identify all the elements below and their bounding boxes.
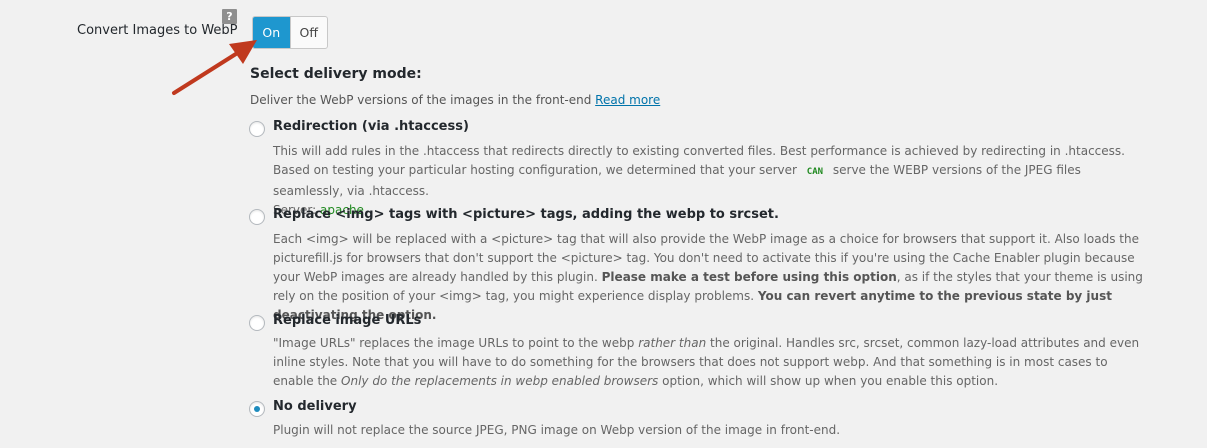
radio-picture-tags[interactable] [249, 209, 265, 225]
read-more-link[interactable]: Read more [595, 93, 660, 107]
option-label[interactable]: Redirection (via .htaccess) [273, 119, 469, 134]
radio-replace-urls[interactable] [249, 315, 265, 331]
option-label[interactable]: Replace <img> tags with <picture> tags, … [273, 207, 779, 222]
webp-toggle[interactable]: On Off [252, 16, 328, 49]
option-label[interactable]: No delivery [273, 399, 357, 414]
toggle-off-button[interactable]: Off [289, 17, 328, 48]
delivery-description: Deliver the WebP versions of the images … [250, 93, 661, 107]
radio-no-delivery[interactable] [249, 401, 265, 417]
can-badge: CAN [806, 167, 824, 177]
radio-redirection[interactable] [249, 121, 265, 137]
option-description: Each <img> will be replaced with a <pict… [273, 232, 1143, 322]
help-icon[interactable]: ? [222, 9, 237, 24]
delivery-mode-title: Select delivery mode: [250, 66, 422, 82]
option-label[interactable]: Replace image URLs [273, 313, 421, 328]
option-description: "Image URLs" replaces the image URLs to … [273, 336, 1140, 388]
option-description: Plugin will not replace the source JPEG,… [273, 423, 841, 437]
annotation-arrow-icon [172, 40, 257, 95]
